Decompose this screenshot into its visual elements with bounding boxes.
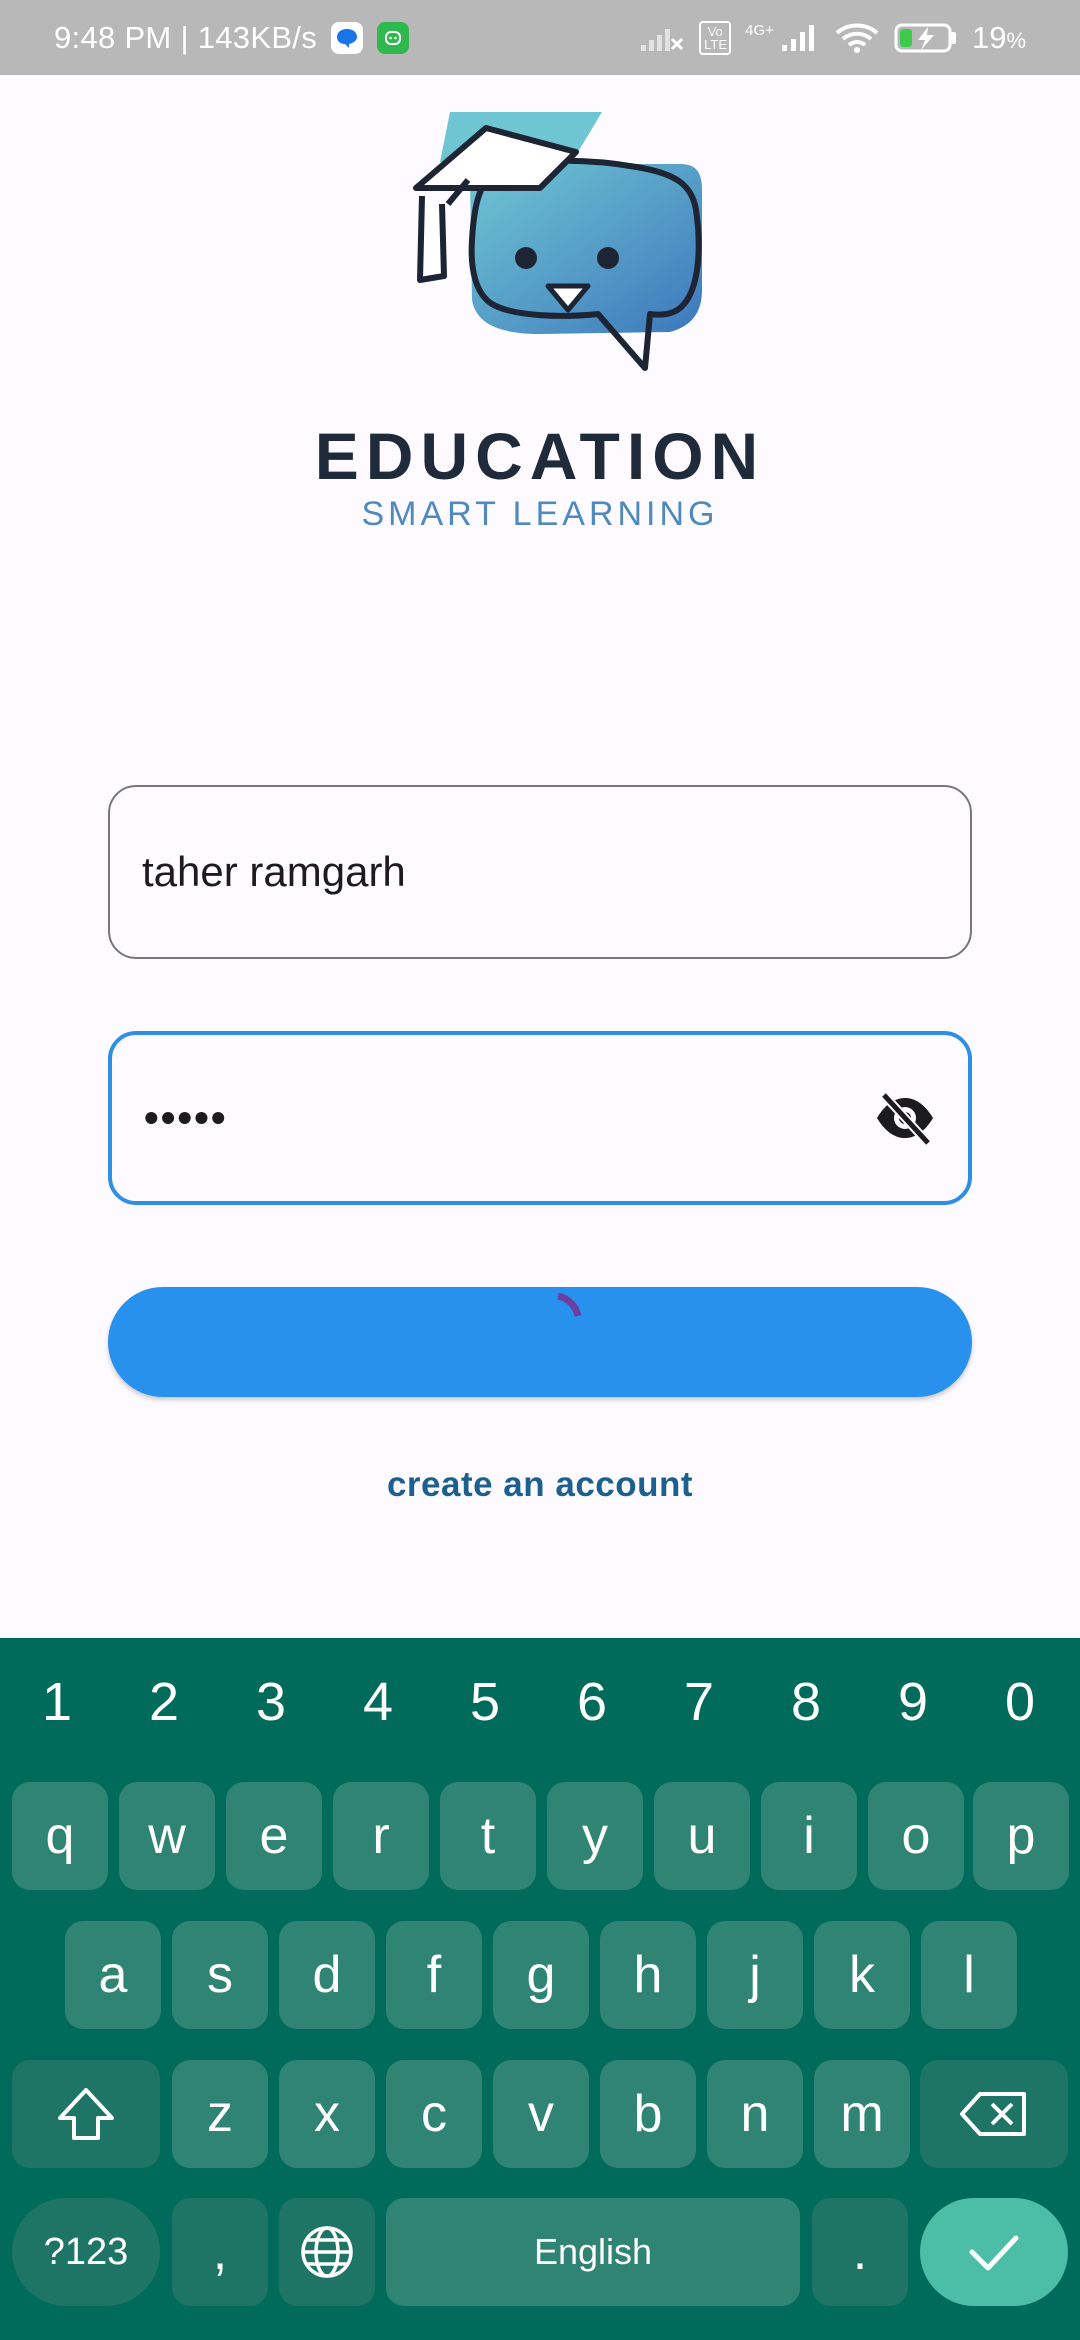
- key-c[interactable]: c: [386, 2060, 482, 2168]
- battery-percent: 19: [971, 19, 1007, 55]
- battery-level: 19%: [972, 20, 1026, 56]
- key-t[interactable]: t: [440, 1782, 536, 1890]
- key-s[interactable]: s: [172, 1921, 268, 2029]
- volte-icon: Vo LTE: [699, 20, 732, 55]
- key-3[interactable]: 3: [221, 1638, 321, 1766]
- key-b[interactable]: b: [600, 2060, 696, 2168]
- checkmark-icon: [969, 2235, 1019, 2271]
- username-field[interactable]: taher ramgarh: [108, 785, 972, 959]
- key-5[interactable]: 5: [435, 1638, 535, 1766]
- key-comma[interactable]: ,: [172, 2198, 268, 2306]
- globe-icon: [301, 2226, 353, 2278]
- key-8[interactable]: 8: [756, 1638, 856, 1766]
- key-2[interactable]: 2: [114, 1638, 214, 1766]
- key-r[interactable]: r: [333, 1782, 429, 1890]
- key-4[interactable]: 4: [328, 1638, 428, 1766]
- language-key[interactable]: [279, 2198, 375, 2306]
- key-e[interactable]: e: [226, 1782, 322, 1890]
- space-key[interactable]: English: [386, 2198, 800, 2306]
- key-m[interactable]: m: [814, 2060, 910, 2168]
- brand-title: EDUCATION: [314, 419, 766, 493]
- battery-charging-icon: [894, 23, 956, 52]
- key-n[interactable]: n: [707, 2060, 803, 2168]
- status-time-speed: 9:48 PM | 143KB/s: [54, 19, 318, 55]
- key-0[interactable]: 0: [970, 1638, 1070, 1766]
- key-9[interactable]: 9: [863, 1638, 963, 1766]
- enter-key[interactable]: [920, 2198, 1068, 2306]
- key-7[interactable]: 7: [649, 1638, 749, 1766]
- key-o[interactable]: o: [868, 1782, 964, 1890]
- key-z[interactable]: z: [172, 2060, 268, 2168]
- wifi-icon: [835, 23, 879, 53]
- key-p[interactable]: p: [973, 1782, 1069, 1890]
- education-logo-icon: [413, 112, 702, 371]
- symbols-key[interactable]: ?123: [12, 2198, 160, 2306]
- loading-spinner-icon: [557, 1292, 582, 1317]
- keyboard-number-row: 1 2 3 4 5 6 7 8 9 0: [0, 1638, 1080, 1766]
- key-h[interactable]: h: [600, 1921, 696, 2029]
- key-period[interactable]: .: [812, 2198, 908, 2306]
- password-value: •••••: [144, 1094, 228, 1141]
- key-q[interactable]: q: [12, 1782, 108, 1890]
- username-value: taher ramgarh: [142, 848, 406, 895]
- network-type-label: 4G+: [745, 22, 774, 39]
- soft-keyboard: 1 2 3 4 5 6 7 8 9 0 q w e r t y u i o p …: [0, 1638, 1080, 2340]
- shift-key[interactable]: [12, 2060, 160, 2168]
- key-x[interactable]: x: [279, 2060, 375, 2168]
- status-bar: 9:48 PM | 143KB/s Vo LTE 4G+ 19%: [0, 0, 1080, 75]
- status-icons: Vo LTE 4G+ 19%: [639, 20, 1026, 56]
- messages-app-icon: [331, 21, 364, 54]
- key-j[interactable]: j: [707, 1921, 803, 2029]
- key-d[interactable]: d: [279, 1921, 375, 2029]
- key-a[interactable]: a: [65, 1921, 161, 2029]
- brand-subtitle: SMART LEARNING: [361, 495, 719, 533]
- shift-icon: [58, 2088, 114, 2140]
- signal-sim2-icon: [641, 28, 684, 51]
- backspace-icon: [960, 2092, 1026, 2136]
- key-l[interactable]: l: [921, 1921, 1017, 2029]
- android-app-icon: [377, 21, 410, 54]
- signal-sim1-icon: [781, 24, 814, 51]
- key-v[interactable]: v: [493, 2060, 589, 2168]
- key-y[interactable]: y: [547, 1782, 643, 1890]
- battery-unit: %: [1006, 27, 1026, 53]
- key-g[interactable]: g: [493, 1921, 589, 2029]
- key-6[interactable]: 6: [542, 1638, 642, 1766]
- visibility-off-icon[interactable]: [874, 1091, 936, 1145]
- key-f[interactable]: f: [386, 1921, 482, 2029]
- key-1[interactable]: 1: [7, 1638, 107, 1766]
- key-u[interactable]: u: [654, 1782, 750, 1890]
- backspace-key[interactable]: [920, 2060, 1068, 2168]
- key-w[interactable]: w: [119, 1782, 215, 1890]
- key-i[interactable]: i: [761, 1782, 857, 1890]
- password-field[interactable]: •••••: [108, 1031, 972, 1205]
- create-account-link[interactable]: create an account: [0, 1465, 1080, 1505]
- key-k[interactable]: k: [814, 1921, 910, 2029]
